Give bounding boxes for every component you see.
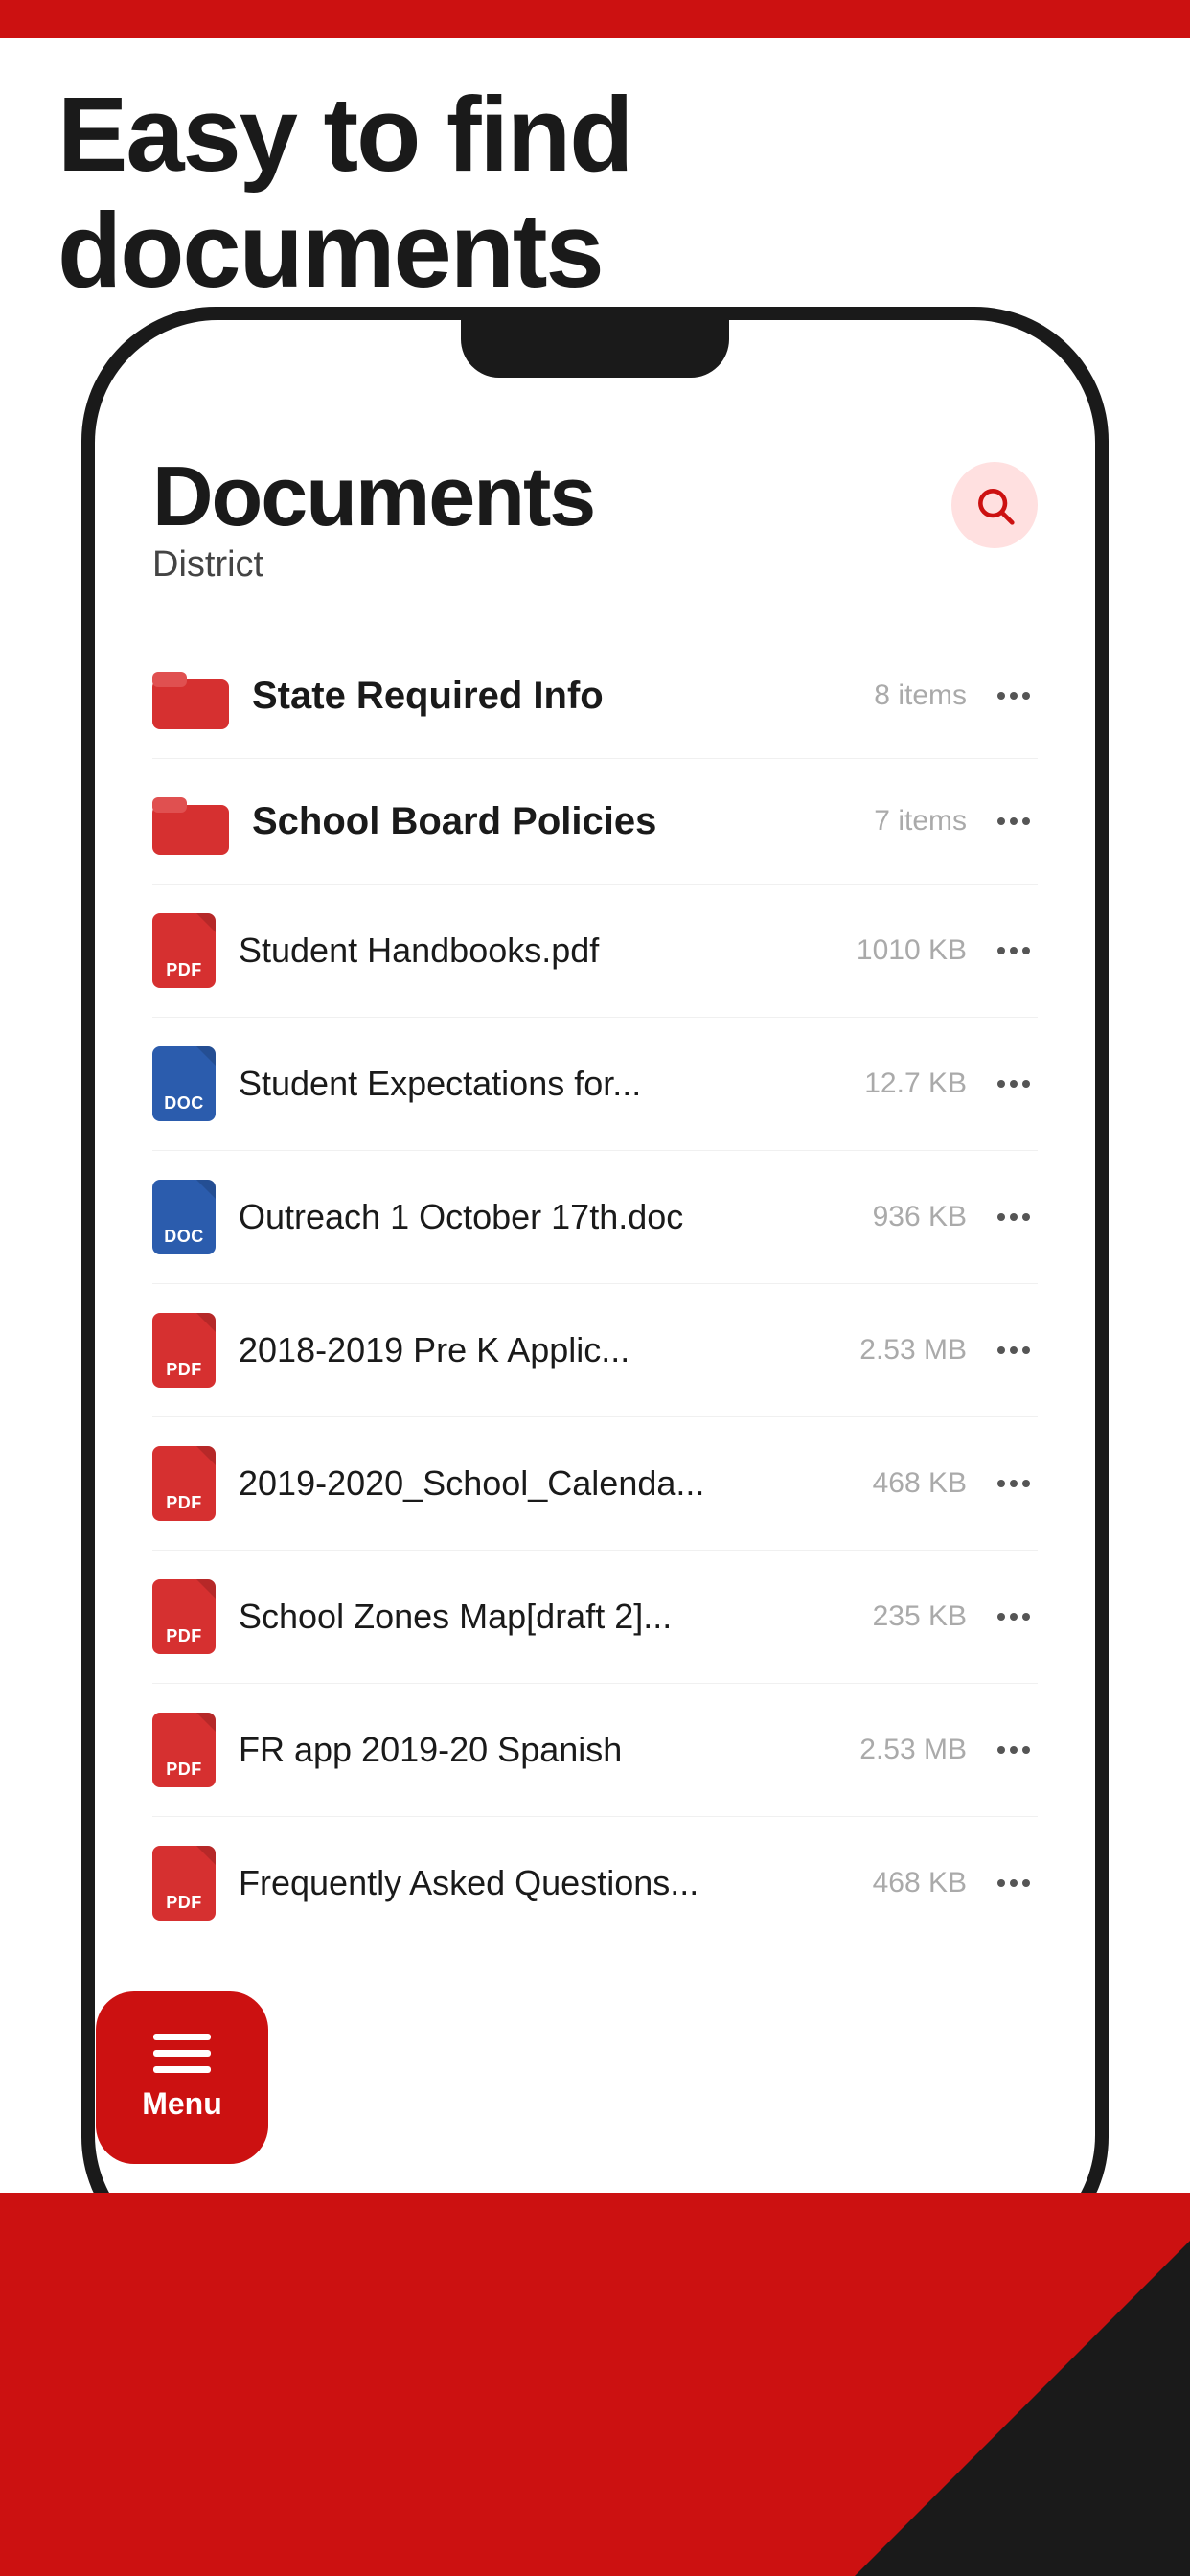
list-item[interactable]: doc Outreach 1 October 17th.doc 936 KB	[152, 1151, 1038, 1284]
file-meta: 468 KB	[873, 1867, 967, 1899]
more-button[interactable]	[990, 1605, 1038, 1628]
list-item[interactable]: pdf 2018-2019 Pre K Applic... 2.53 MB	[152, 1284, 1038, 1417]
search-icon	[973, 484, 1016, 526]
phone-frame: Documents District	[81, 307, 1109, 2271]
more-button[interactable]	[990, 1072, 1038, 1095]
file-name: 2019-2020_School_Calenda...	[239, 1463, 850, 1504]
more-button[interactable]	[990, 939, 1038, 962]
more-button[interactable]	[990, 1339, 1038, 1362]
menu-lines-icon	[153, 2034, 211, 2073]
top-bar	[0, 0, 1190, 38]
file-meta: 8 items	[874, 679, 967, 712]
more-button[interactable]	[990, 1738, 1038, 1761]
list-item[interactable]: pdf Student Handbooks.pdf 1010 KB	[152, 885, 1038, 1018]
page-title: Easy to find documents	[57, 77, 1133, 309]
pdf-icon: pdf	[152, 1846, 216, 1920]
doc-icon: doc	[152, 1180, 216, 1254]
more-button[interactable]	[990, 1872, 1038, 1895]
bottom-decoration-black	[855, 2241, 1190, 2576]
file-meta: 468 KB	[873, 1467, 967, 1500]
file-meta: 2.53 MB	[859, 1734, 967, 1766]
folder-icon	[152, 662, 229, 729]
list-item[interactable]: pdf 2019-2020_School_Calenda... 468 KB	[152, 1417, 1038, 1551]
file-name: Student Expectations for...	[239, 1064, 841, 1104]
documents-title: Documents	[152, 454, 594, 539]
doc-icon: doc	[152, 1046, 216, 1121]
pdf-icon: pdf	[152, 1313, 216, 1388]
phone-notch	[461, 320, 729, 378]
pdf-icon: pdf	[152, 1713, 216, 1787]
more-button[interactable]	[990, 810, 1038, 833]
documents-header: Documents District	[152, 454, 1038, 586]
search-button[interactable]	[951, 462, 1038, 548]
list-item[interactable]: School Board Policies 7 items	[152, 759, 1038, 885]
file-name: Student Handbooks.pdf	[239, 931, 834, 971]
file-list: State Required Info 8 items	[152, 633, 1038, 1949]
file-meta: 12.7 KB	[864, 1068, 967, 1100]
doc-title-group: Documents District	[152, 454, 594, 586]
list-item[interactable]: State Required Info 8 items	[152, 633, 1038, 759]
list-item[interactable]: pdf FR app 2019-20 Spanish 2.53 MB	[152, 1684, 1038, 1817]
pdf-icon: pdf	[152, 1446, 216, 1521]
documents-subtitle: District	[152, 544, 594, 586]
menu-label: Menu	[142, 2086, 222, 2122]
folder-name: State Required Info	[252, 675, 851, 718]
more-button[interactable]	[990, 1206, 1038, 1229]
list-item[interactable]: doc Student Expectations for... 12.7 KB	[152, 1018, 1038, 1151]
pdf-icon: pdf	[152, 1579, 216, 1654]
file-name: FR app 2019-20 Spanish	[239, 1730, 836, 1770]
file-name: Frequently Asked Questions...	[239, 1863, 850, 1903]
file-meta: 7 items	[874, 805, 967, 838]
menu-button[interactable]: Menu	[96, 1991, 268, 2164]
list-item[interactable]: pdf School Zones Map[draft 2]... 235 KB	[152, 1551, 1038, 1684]
file-meta: 936 KB	[873, 1201, 967, 1233]
list-item[interactable]: pdf Frequently Asked Questions... 468 KB	[152, 1817, 1038, 1949]
page-heading: Easy to find documents	[57, 77, 1133, 309]
file-name: 2018-2019 Pre K Applic...	[239, 1330, 836, 1370]
phone-inner: Documents District	[95, 320, 1095, 2258]
file-name: Outreach 1 October 17th.doc	[239, 1197, 850, 1237]
file-name: School Zones Map[draft 2]...	[239, 1597, 850, 1637]
file-meta: 1010 KB	[857, 934, 967, 967]
phone-content: Documents District	[95, 406, 1095, 2258]
folder-name: School Board Policies	[252, 800, 851, 843]
pdf-icon: pdf	[152, 913, 216, 988]
folder-icon	[152, 788, 229, 855]
more-button[interactable]	[990, 1472, 1038, 1495]
more-button[interactable]	[990, 684, 1038, 707]
bottom-decoration	[0, 2193, 1190, 2576]
file-meta: 235 KB	[873, 1600, 967, 1633]
file-meta: 2.53 MB	[859, 1334, 967, 1367]
